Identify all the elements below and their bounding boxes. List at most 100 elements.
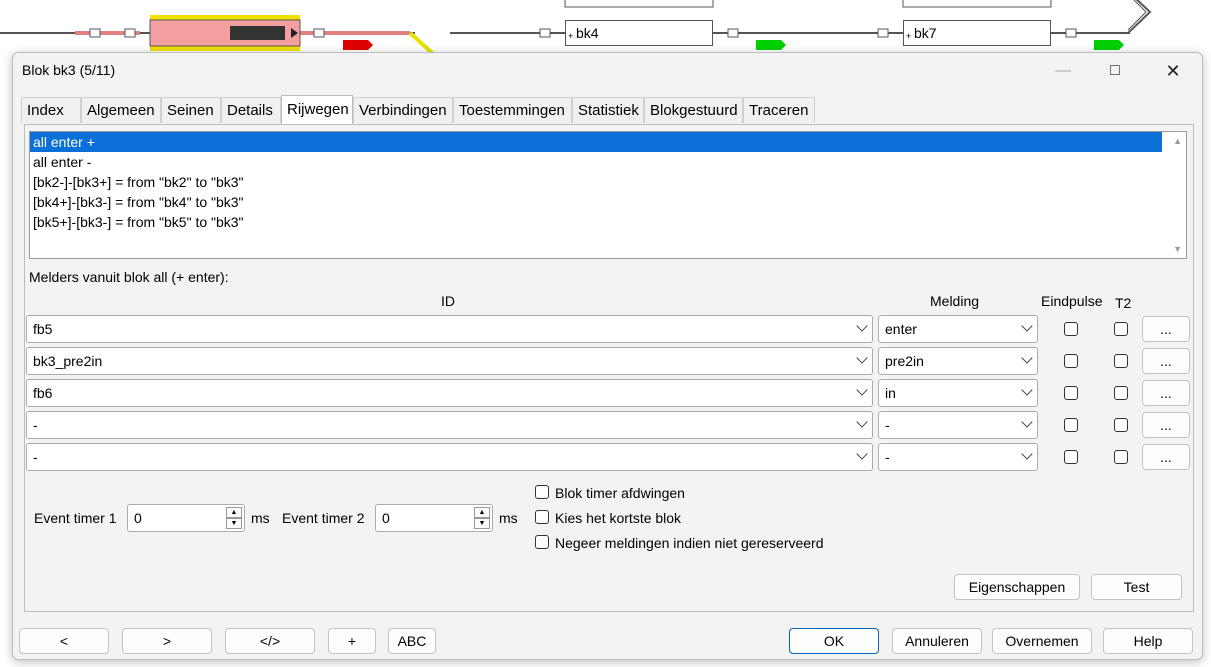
spin-down-icon[interactable]: ▼ [474,518,490,529]
spinner-value: 0 [382,510,390,526]
abc-button[interactable]: ABC [388,628,436,654]
spinner-arrows[interactable]: ▲ ▼ [474,507,490,529]
option-checkbox[interactable] [535,535,549,549]
detector-more-button[interactable]: ... [1142,380,1190,406]
block-label: bk7 [914,25,937,41]
route-item[interactable]: [bk2-]-[bk3+] = from "bk2" to "bk3" [30,172,1162,192]
option-label[interactable]: Kies het kortste blok [555,510,681,526]
route-item[interactable]: all enter + [30,132,1162,152]
t2-checkbox[interactable] [1114,418,1128,432]
chevron-down-icon [856,320,868,332]
apply-button[interactable]: Overnemen [992,628,1092,654]
close-icon[interactable]: ✕ [1158,59,1188,83]
spin-down-icon[interactable]: ▼ [226,518,242,529]
detector-more-button[interactable]: ... [1142,348,1190,374]
t2-checkbox[interactable] [1114,386,1128,400]
block-dialog: Blok bk3 (5/11) — □ ✕ Index Algemeen Sei… [12,52,1203,660]
melding-combo[interactable]: pre2in [878,347,1038,375]
tab-rijwegen[interactable]: Rijwegen [281,95,353,124]
eindpulse-checkbox[interactable] [1064,418,1078,432]
melding-combo[interactable]: in [878,379,1038,407]
tab-traceren[interactable]: Traceren [743,97,815,123]
maximize-icon[interactable]: □ [1100,59,1130,83]
option-label[interactable]: Blok timer afdwingen [555,485,685,501]
detector-id-combo[interactable]: fb6 [26,379,873,407]
detector-more-button[interactable]: ... [1142,412,1190,438]
detector-more-button[interactable]: ... [1142,444,1190,470]
tab-panel-rijwegen: all enter + all enter - [bk2-]-[bk3+] = … [24,124,1194,612]
minimize-icon[interactable]: — [1048,59,1078,83]
option-label[interactable]: Negeer meldingen indien niet gereserveer… [555,535,824,551]
spin-up-icon[interactable]: ▲ [226,507,242,518]
combo-value: pre2in [885,353,924,369]
scroll-down-icon[interactable]: ▼ [1173,244,1182,254]
add-button[interactable]: + [328,628,376,654]
test-button[interactable]: Test [1091,574,1182,600]
event-timer1-spinner[interactable]: 0 ▲ ▼ [127,504,245,532]
combo-value: enter [885,321,917,337]
signal-green-icon-2 [1094,40,1124,50]
combo-value: - [885,417,890,433]
chevron-down-icon [1021,320,1033,332]
help-button[interactable]: Help [1103,628,1193,654]
eindpulse-checkbox[interactable] [1064,450,1078,464]
cancel-button[interactable]: Annuleren [892,628,982,654]
detector-id-combo[interactable]: bk3_pre2in [26,347,873,375]
detector-id-combo[interactable]: fb5 [26,315,873,343]
t2-checkbox[interactable] [1114,322,1128,336]
ms-label: ms [499,510,518,526]
combo-value: - [885,449,890,465]
detector-more-button[interactable]: ... [1142,316,1190,342]
melding-combo[interactable]: - [878,443,1038,471]
option-checkbox[interactable] [535,510,549,524]
route-item[interactable]: [bk5+]-[bk3-] = from "bk5" to "bk3" [30,212,1162,232]
combo-value: in [885,385,896,401]
route-list[interactable]: all enter + all enter - [bk2-]-[bk3+] = … [29,131,1187,259]
locomotive-icon [230,26,285,40]
eindpulse-checkbox[interactable] [1064,322,1078,336]
melding-header: Melding [930,293,980,309]
route-item[interactable]: all enter - [30,152,1162,172]
eindpulse-checkbox[interactable] [1064,386,1078,400]
id-header: ID [441,293,455,309]
tab-toestemmingen[interactable]: Toestemmingen [453,97,572,123]
xml-button[interactable]: </> [225,628,315,654]
chevron-down-icon [1021,448,1033,460]
chevron-down-icon [1021,416,1033,428]
spinner-value: 0 [134,510,142,526]
properties-button[interactable]: Eigenschappen [954,574,1080,600]
chevron-down-icon [856,448,868,460]
previous-button[interactable]: < [19,628,109,654]
combo-value: - [33,417,38,433]
t2-checkbox[interactable] [1114,450,1128,464]
detectors-label: Melders vanuit blok all (+ enter): [29,269,229,285]
option-checkbox[interactable] [535,485,549,499]
tab-seinen[interactable]: Seinen [161,97,221,123]
tab-details[interactable]: Details [221,97,281,123]
spin-up-icon[interactable]: ▲ [474,507,490,518]
tab-statistiek[interactable]: Statistiek [572,97,644,123]
combo-value: bk3_pre2in [33,353,103,369]
block-bk7[interactable]: bk7 + [903,20,1051,46]
next-button[interactable]: > [122,628,212,654]
eindpulse-header: Eindpulse [1041,293,1103,309]
tab-blokgestuurd[interactable]: Blokgestuurd [644,97,743,123]
eindpulse-checkbox[interactable] [1064,354,1078,368]
signal-green-icon [756,40,786,50]
tab-index[interactable]: Index [21,97,81,123]
t2-checkbox[interactable] [1114,354,1128,368]
route-item[interactable]: [bk4+]-[bk3-] = from "bk4" to "bk3" [30,192,1162,212]
spinner-arrows[interactable]: ▲ ▼ [226,507,242,529]
melding-combo[interactable]: - [878,411,1038,439]
scroll-up-icon[interactable]: ▲ [1173,136,1182,146]
tab-verbindingen[interactable]: Verbindingen [353,97,453,123]
chevron-down-icon [856,384,868,396]
ok-button[interactable]: OK [789,628,879,654]
detector-id-combo[interactable]: - [26,411,873,439]
block-label: bk4 [576,25,599,41]
melding-combo[interactable]: enter [878,315,1038,343]
block-bk4[interactable]: bk4 + [565,20,713,46]
tab-algemeen[interactable]: Algemeen [81,97,161,123]
event-timer2-spinner[interactable]: 0 ▲ ▼ [375,504,493,532]
detector-id-combo[interactable]: - [26,443,873,471]
